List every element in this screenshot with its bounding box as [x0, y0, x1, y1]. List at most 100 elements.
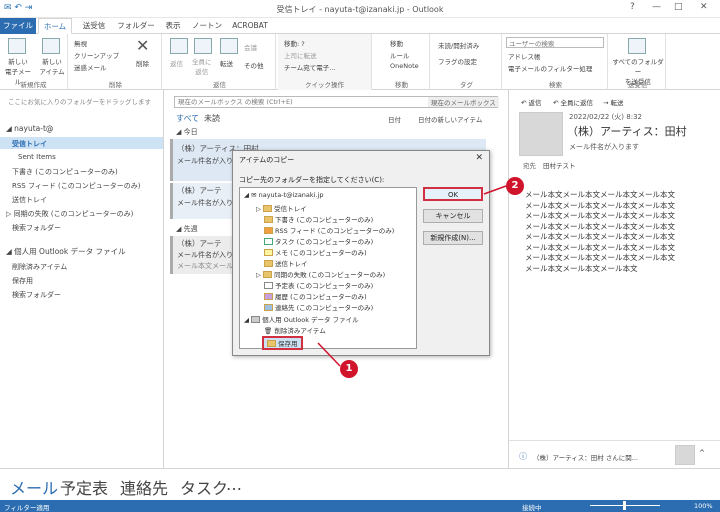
expand-icon[interactable]: ◢	[6, 124, 14, 133]
tree-outbox[interactable]: 送信トレイ	[264, 258, 308, 268]
people-pane-toggle[interactable]: ^	[699, 449, 705, 457]
group-label: 新規作成	[20, 81, 47, 89]
zoom-slider[interactable]	[590, 501, 660, 510]
sort-by-date[interactable]: 日付	[388, 114, 401, 124]
reply-button[interactable]: 返信	[170, 58, 183, 68]
tree-calendar[interactable]: 予定表 (このコンピューターのみ)	[264, 280, 373, 290]
new-mail-icon	[8, 38, 26, 54]
tab-view[interactable]: 表示	[160, 18, 186, 34]
people-pane-text[interactable]: （株）アーティス：田村 さんに関...	[533, 452, 638, 462]
search-people-input[interactable]: ユーザーの検索	[506, 37, 604, 48]
sort-order[interactable]: 日付の新しいアイテム	[418, 114, 482, 124]
mail-body: メール本文メール本文メール本文メール本文 メール本文メール本文メール本文メール本…	[525, 190, 675, 274]
rules-button[interactable]: ルール	[390, 50, 410, 60]
body-line: メール本文メール本文メール本文	[525, 263, 638, 273]
account-header[interactable]: ◢ nayuta-t@	[6, 124, 53, 133]
folder-tree[interactable]: ◢ ✉ nayuta-t@izanaki.jp ▷ 受信トレイ 下書き (このコ…	[239, 187, 417, 350]
tab-file[interactable]: ファイル	[0, 18, 36, 34]
copy-items-dialog: アイテムのコピー ✕ コピー先のフォルダーを指定してください(C): ◢ ✉ n…	[232, 150, 490, 356]
nav-tasks[interactable]: タスク	[180, 475, 228, 499]
quickstep-move[interactable]: 移動: ?	[284, 38, 305, 48]
tree-inbox[interactable]: ▷ 受信トレイ	[256, 203, 307, 213]
folder-outbox[interactable]: 送信トレイ	[12, 195, 47, 205]
tab-norton[interactable]: ノートン	[190, 18, 224, 34]
cleanup-button[interactable]: クリーンアップ	[74, 50, 119, 60]
more-respond-button[interactable]: その他	[244, 60, 264, 70]
mail-date: 2022/02/22 (火) 8:32	[569, 113, 642, 121]
group-today: ◢ 今日	[176, 128, 198, 136]
new-folder-button[interactable]: 新規作成(N)...	[423, 231, 483, 245]
tree-tasks[interactable]: タスク (このコンピューターのみ)	[264, 236, 373, 246]
folder-inbox[interactable]: 受信トレイ	[12, 139, 47, 149]
quickstep-to-boss[interactable]: 上司に転送	[284, 50, 317, 60]
forward-action[interactable]: → 転送	[603, 97, 624, 107]
help-button[interactable]: ?	[630, 2, 635, 12]
quickstep-team[interactable]: チーム宛て電子...	[284, 62, 336, 72]
minimize-button[interactable]: —	[652, 2, 661, 12]
ignore-button[interactable]: 無視	[74, 38, 87, 48]
tree-notes[interactable]: メモ (このコンピューターのみ)	[264, 247, 367, 257]
tree-account[interactable]: ◢ ✉ nayuta-t@izanaki.jp	[244, 191, 323, 199]
reply-all-action[interactable]: ↶ 全員に返信	[553, 97, 593, 107]
status-filter: フィルター適用	[4, 504, 50, 512]
folder-icon	[264, 260, 273, 267]
filter-email-button[interactable]: 電子メールのフィルター処理	[508, 63, 592, 73]
tab-send-receive[interactable]: 送受信	[76, 18, 112, 34]
group-label: 移動	[395, 81, 408, 89]
reply-action[interactable]: ↶ 返信	[521, 97, 542, 107]
folder-drafts[interactable]: 下書き (このコンピューターのみ)	[12, 167, 118, 177]
filter-all[interactable]: すべて	[176, 113, 199, 124]
onenote-button[interactable]: OneNote	[390, 62, 419, 70]
folder-deleted[interactable]: 削除済みアイテム	[12, 262, 67, 272]
tree-contacts[interactable]: 連絡先 (このコンピューターのみ)	[264, 302, 373, 312]
expand-icon[interactable]: ▷	[6, 210, 14, 218]
search-scope-dropdown[interactable]: 現在のメールボックス	[428, 97, 499, 107]
folder-archive[interactable]: 保存用	[12, 276, 33, 286]
tree-personal-data[interactable]: ◢ 個人用 Outlook データ ファイル	[244, 314, 359, 324]
tree-sync-issues[interactable]: ▷ 同期の失敗 (このコンピューターのみ)	[256, 269, 385, 279]
folder-label: 同期の失敗 (このコンピューターのみ)	[13, 210, 134, 218]
meeting-button[interactable]: 会議	[244, 42, 257, 52]
zoom-thumb[interactable]	[623, 501, 626, 510]
trash-icon: 🗑	[264, 327, 273, 335]
tab-acrobat[interactable]: ACROBAT	[228, 18, 272, 34]
nav-contacts[interactable]: 連絡先	[120, 475, 168, 499]
ok-button[interactable]: OK	[423, 187, 483, 201]
folder-search-personal[interactable]: 検索フォルダー	[12, 290, 61, 300]
tree-archive-selected[interactable]: 保存用	[262, 336, 303, 350]
expand-icon[interactable]: ◢	[6, 247, 14, 256]
address-book-button[interactable]: アドレス帳	[508, 51, 541, 61]
tree-drafts[interactable]: 下書き (このコンピューターのみ)	[264, 214, 373, 224]
close-button[interactable]: ✕	[700, 2, 708, 12]
folder-icon	[263, 205, 273, 212]
tab-folder[interactable]: フォルダー	[116, 18, 156, 34]
folder-sync-issues[interactable]: ▷ 同期の失敗 (このコンピューターのみ)	[6, 209, 133, 219]
junk-button[interactable]: 迷惑メール	[74, 62, 107, 72]
maximize-button[interactable]: □	[674, 2, 683, 12]
nav-calendar[interactable]: 予定表	[60, 475, 108, 499]
delete-icon: ✕	[136, 36, 150, 55]
dialog-close-icon[interactable]: ✕	[475, 153, 483, 163]
cancel-button[interactable]: キャンセル	[423, 209, 483, 223]
folder-sent[interactable]: Sent Items	[18, 153, 56, 161]
folder-search[interactable]: 検索フォルダー	[12, 223, 61, 233]
body-line: メール本文メール本文メール本文メール本文	[525, 211, 675, 220]
forward-button[interactable]: 転送	[220, 58, 233, 68]
to-recipient[interactable]: 田村テスト	[543, 160, 576, 170]
reply-all-button[interactable]: 全員に 返信	[192, 56, 212, 76]
nav-more[interactable]: …	[226, 475, 242, 494]
delete-button[interactable]: 削除	[136, 58, 149, 68]
move-button[interactable]: 移動	[390, 38, 403, 48]
nav-mail[interactable]: メール	[10, 475, 58, 499]
personal-data-header[interactable]: ◢ 個人用 Outlook データ ファイル	[6, 246, 126, 257]
tree-label: 送信トレイ	[275, 260, 308, 268]
tab-home[interactable]: ホーム	[38, 18, 72, 34]
folder-rss[interactable]: RSS フィード (このコンピューターのみ)	[12, 181, 141, 191]
tree-rss[interactable]: RSS フィード (このコンピューターのみ)	[264, 225, 394, 235]
tree-journal[interactable]: 履歴 (このコンピューターのみ)	[264, 291, 367, 301]
new-items-button[interactable]: 新しい アイテム	[36, 56, 68, 76]
filter-unread[interactable]: 未読	[204, 113, 220, 124]
flag-button[interactable]: フラグの設定	[438, 56, 477, 66]
unread-button[interactable]: 未読/開封済み	[438, 40, 479, 50]
tree-deleted[interactable]: 🗑 削除済みアイテム	[264, 325, 326, 335]
